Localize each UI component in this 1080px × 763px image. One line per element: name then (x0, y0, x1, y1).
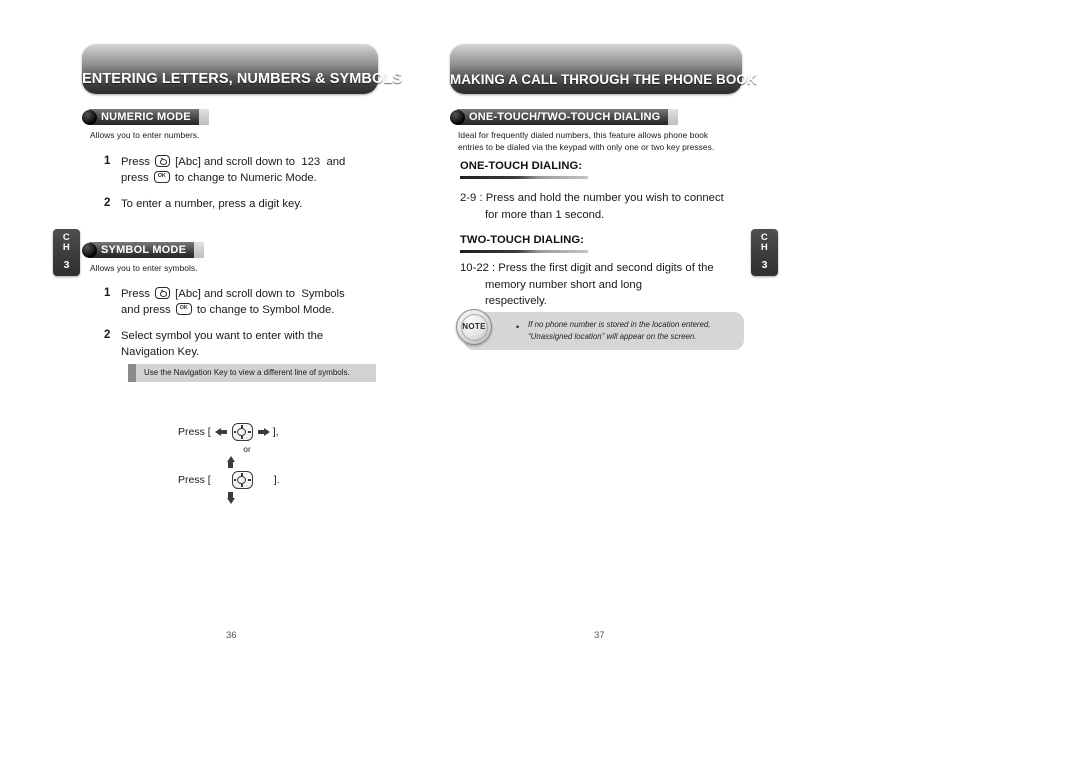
step-number: 1 (104, 286, 111, 299)
section-badge-tail (194, 242, 205, 258)
one-touch-line-2: for more than 1 second. (485, 208, 605, 221)
subheading-rule-one-touch (460, 176, 588, 179)
nav-press-label-vertical: Press [ (178, 474, 211, 486)
two-touch-line-1: 10-22 : Press the first digit and second… (460, 262, 714, 274)
navigation-key-illustration: Press [ ], or Press []. (178, 422, 290, 504)
page-number-left: 36 (226, 630, 237, 641)
tip-accent-bar (128, 364, 136, 382)
note-bullet-icon: • (516, 322, 520, 332)
right-page: MAKING A CALL THROUGH THE PHONE BOOK ONE… (450, 0, 830, 763)
navigation-key-icon (231, 423, 253, 441)
step-text: Press [Abc] and scroll down to 123 and p… (121, 154, 345, 186)
arrow-down-icon (225, 491, 236, 504)
step-item: 1 Press [Abc] and scroll down to 123 and… (104, 154, 404, 186)
step-item: 2 To enter a number, press a digit key. (104, 196, 404, 212)
note-medallion-icon: NOTE (456, 309, 492, 345)
step-number: 2 (104, 196, 111, 209)
section-badge-one-two-touch-dialing: ONE-TOUCH/TWO-TOUCH DIALING (450, 109, 679, 125)
bullet-dot-icon (82, 242, 97, 258)
step-text: To enter a number, press a digit key. (121, 198, 303, 210)
page-number-right: 37 (594, 630, 605, 641)
one-touch-dialing-body: 2-9 : Press and hold the number you wish… (460, 190, 760, 223)
subheading-one-touch-dialing: ONE-TOUCH DIALING: (460, 160, 583, 172)
step-text-line-1: Select symbol you want to enter with the (121, 330, 324, 342)
nav-or-label: or (243, 444, 251, 454)
chapter-tab-number: 3 (63, 259, 70, 271)
section-badge-label-symbol-mode: SYMBOL MODE (89, 242, 195, 258)
step-text: Press [Abc] and scroll down to Symbols a… (121, 286, 345, 318)
numeric-mode-lead: Allows you to enter numbers. (90, 130, 200, 140)
note-box: NOTE • If no phone number is stored in t… (456, 309, 744, 350)
dialing-lead-line-2: entries to be dialed via the keypad with… (458, 141, 715, 152)
note-line-2: “Unassigned location” will appear on the… (528, 332, 697, 341)
section-badge-tail (198, 109, 209, 125)
section-badge-label-dialing: ONE-TOUCH/TWO-TOUCH DIALING (457, 109, 669, 125)
step-item: 2 Select symbol you want to enter with t… (104, 328, 404, 360)
step-item: 1 Press [Abc] and scroll down to Symbols… (104, 286, 404, 318)
section-badge-numeric-mode: NUMERIC MODE (82, 109, 209, 125)
chapter-tab-letters: C H (62, 232, 71, 253)
numeric-mode-steps: 1 Press [Abc] and scroll down to 123 and… (104, 154, 404, 222)
chapter-tab-left: C H 3 (53, 229, 80, 276)
chapter-tab-right: C H 3 (751, 229, 778, 276)
one-touch-line-1: 2-9 : Press and hold the number you wish… (460, 192, 724, 204)
two-touch-dialing-body: 10-22 : Press the first digit and second… (460, 260, 760, 310)
step-text: Select symbol you want to enter with the… (121, 328, 323, 360)
bullet-dot-icon (82, 109, 97, 125)
nav-press-label-horizontal: Press [ (178, 426, 211, 438)
tip-strip: Use the Navigation Key to view a differe… (128, 364, 376, 382)
note-line-1: If no phone number is stored in the loca… (528, 320, 711, 329)
nav-close-label-vertical: ]. (273, 474, 280, 486)
step-text-line-2: Navigation Key. (121, 346, 200, 358)
note-text: If no phone number is stored in the loca… (528, 319, 710, 343)
nav-illustration-row-horizontal: Press [ ], (178, 422, 290, 442)
section-badge-label-numeric-mode: NUMERIC MODE (89, 109, 199, 125)
symbol-mode-steps: 1 Press [Abc] and scroll down to Symbols… (104, 286, 404, 370)
subheading-rule-two-touch (460, 250, 588, 253)
right-page-banner: MAKING A CALL THROUGH THE PHONE BOOK (450, 44, 757, 94)
tip-text: Use the Navigation Key to view a differe… (144, 368, 350, 377)
chapter-tab-letters: C H (760, 232, 769, 253)
nav-key-icon (155, 287, 171, 299)
section-badge-symbol-mode: SYMBOL MODE (82, 242, 205, 258)
subheading-two-touch-dialing: TWO-TOUCH DIALING: (460, 234, 585, 246)
left-page: ENTERING LETTERS, NUMBERS & SYMBOLS NUME… (82, 0, 462, 763)
left-banner-title: ENTERING LETTERS, NUMBERS & SYMBOLS (82, 71, 403, 87)
bullet-dot-icon (450, 109, 465, 125)
navigation-key-icon (231, 471, 253, 489)
two-touch-line-2: memory number short and long (485, 278, 642, 291)
nav-illustration-row-vertical: Press [ ]. (178, 456, 290, 504)
ok-key-icon (175, 303, 192, 315)
arrow-right-icon (257, 427, 270, 438)
note-medallion-label: NOTE (462, 321, 486, 331)
section-badge-tail (668, 109, 679, 125)
arrow-up-icon (225, 456, 236, 469)
left-page-banner: ENTERING LETTERS, NUMBERS & SYMBOLS (82, 44, 403, 94)
dialing-lead: Ideal for frequently dialed numbers, thi… (458, 130, 714, 153)
symbol-mode-lead: Allows you to enter symbols. (90, 263, 198, 273)
nav-close-label-horizontal: ], (272, 426, 279, 438)
dialing-lead-line-1: Ideal for frequently dialed numbers, thi… (458, 130, 709, 140)
right-banner-title: MAKING A CALL THROUGH THE PHONE BOOK (450, 72, 757, 87)
chapter-tab-number: 3 (761, 259, 768, 271)
arrow-left-icon (214, 427, 228, 438)
ok-key-icon (153, 171, 170, 183)
two-touch-line-3: respectively. (485, 295, 547, 307)
step-number: 2 (104, 328, 111, 341)
step-number: 1 (104, 154, 111, 167)
nav-key-icon (155, 155, 171, 167)
